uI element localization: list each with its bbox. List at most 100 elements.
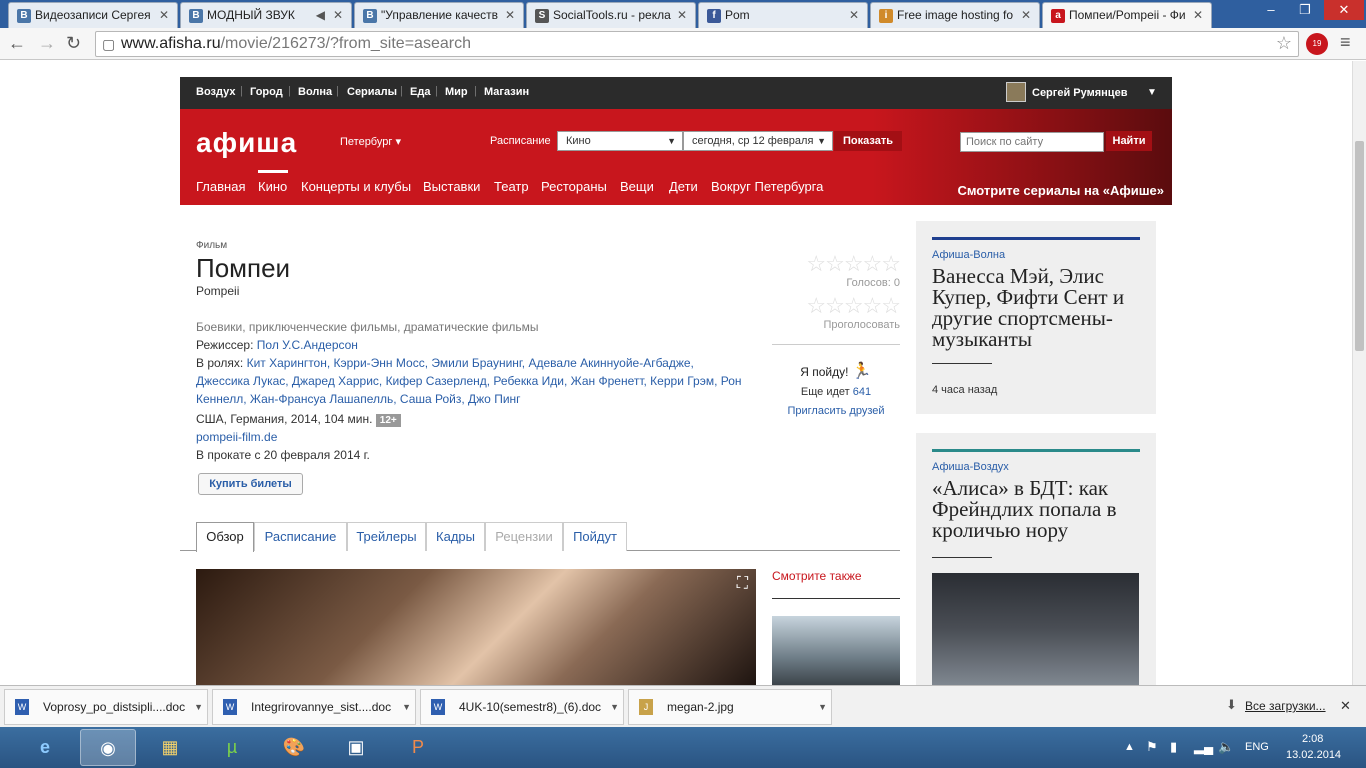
- topnav-volna[interactable]: Волна: [298, 86, 332, 98]
- tab-obzor[interactable]: Обзор: [196, 522, 254, 552]
- taskbar-chrome[interactable]: ◉: [80, 729, 136, 766]
- close-tab-icon[interactable]: ✕: [159, 8, 169, 22]
- download-item[interactable]: W 4UK-10(semestr8)_(6).doc ▼: [420, 689, 624, 725]
- tab-treylery[interactable]: Трейлеры: [347, 522, 426, 551]
- download-item[interactable]: W Voprosy_po_distsipli....doc ▼: [4, 689, 208, 725]
- vote-stars[interactable]: ☆☆☆☆☆: [772, 293, 901, 319]
- browser-tab-image-hosting[interactable]: i Free image hosting fo ✕: [870, 2, 1040, 28]
- menu-icon[interactable]: ≡: [1340, 32, 1351, 53]
- series-promo-link[interactable]: Смотрите сериалы на «Афише»: [957, 183, 1164, 198]
- tab-poydut[interactable]: Пойдут: [563, 522, 627, 551]
- sidebar-card-vozdukh[interactable]: Афиша-Воздух «Алиса» в БДТ: как Фрейндли…: [916, 433, 1156, 685]
- topnav-vozdukh[interactable]: Воздух: [196, 86, 235, 98]
- going-button[interactable]: Я пойду! 🏃: [772, 361, 900, 381]
- avatar[interactable]: [1006, 82, 1026, 102]
- browser-tab-pompeii[interactable]: a Помпеи/Pompeii - Фи ✕: [1042, 2, 1212, 28]
- minimize-icon[interactable]: –: [1256, 0, 1286, 20]
- chevron-down-icon[interactable]: ▼: [818, 690, 827, 724]
- network-icon[interactable]: ▮: [1170, 739, 1177, 755]
- forward-icon[interactable]: →: [38, 33, 56, 54]
- menu-veshchi[interactable]: Вещи: [620, 179, 654, 194]
- director-link[interactable]: Пол У.С.Андерсон: [257, 338, 358, 352]
- card-headline[interactable]: Ванесса Мэй, Элис Купер, Фифти Сент и др…: [932, 266, 1147, 350]
- topnav-magazin[interactable]: Магазин: [484, 86, 529, 98]
- browser-tab-facebook[interactable]: f Pom ✕: [698, 2, 868, 28]
- close-tab-icon[interactable]: ✕: [505, 8, 515, 22]
- taskbar-powerpoint[interactable]: P: [390, 729, 446, 766]
- see-also-thumbnail[interactable]: [772, 616, 900, 685]
- all-downloads-link[interactable]: Все загрузки...: [1245, 699, 1326, 713]
- taskbar-paint[interactable]: 🎨: [266, 729, 322, 766]
- close-tab-icon[interactable]: ✕: [333, 8, 343, 22]
- city-selector[interactable]: Петербург ▾: [340, 135, 401, 148]
- category-select[interactable]: Кино ▼: [557, 131, 683, 151]
- extension-icon[interactable]: 19: [1306, 33, 1328, 55]
- close-tab-icon[interactable]: ✕: [849, 8, 859, 22]
- menu-glavnaya[interactable]: Главная: [196, 179, 245, 194]
- taskbar-utorrent[interactable]: µ: [204, 729, 260, 766]
- buy-tickets-button[interactable]: Купить билеты: [198, 473, 303, 495]
- video-player[interactable]: ⛶: [196, 569, 756, 685]
- show-button[interactable]: Показать: [834, 131, 902, 151]
- close-tab-icon[interactable]: ✕: [1193, 8, 1203, 22]
- tray-expand-icon[interactable]: ▲: [1124, 741, 1135, 753]
- card-section[interactable]: Афиша-Воздух: [932, 461, 1009, 473]
- tab-raspisanie[interactable]: Расписание: [254, 522, 347, 551]
- topnav-eda[interactable]: Еда: [410, 86, 430, 98]
- browser-tab-socialtools[interactable]: S SocialTools.ru - рекла ✕: [526, 2, 696, 28]
- close-tab-icon[interactable]: ✕: [1021, 8, 1031, 22]
- close-tab-icon[interactable]: ✕: [677, 8, 687, 22]
- flag-icon[interactable]: ⚑: [1146, 739, 1158, 755]
- topnav-mir[interactable]: Мир: [445, 86, 468, 98]
- clock-time[interactable]: 2:08: [1302, 733, 1323, 745]
- site-logo[interactable]: афиша: [196, 127, 297, 159]
- tab-kadry[interactable]: Кадры: [426, 522, 485, 551]
- clock-date[interactable]: 13.02.2014: [1286, 749, 1341, 761]
- restore-icon[interactable]: ❐: [1290, 0, 1320, 20]
- card-section[interactable]: Афиша-Волна: [932, 249, 1005, 261]
- download-item[interactable]: Jmegan-2.jpg ▼: [628, 689, 832, 725]
- date-select[interactable]: сегодня, ср 12 февраля ▼: [683, 131, 833, 151]
- menu-vokrug[interactable]: Вокруг Петербурга: [711, 179, 823, 194]
- menu-koncerty[interactable]: Концерты и клубы: [301, 179, 411, 194]
- chevron-down-icon[interactable]: ▼: [1147, 87, 1157, 98]
- download-item[interactable]: W Integrirovannye_sist....doc ▼: [212, 689, 416, 725]
- volume-icon[interactable]: 🔈: [1218, 739, 1234, 755]
- official-site-link[interactable]: pompeii-film.de: [196, 430, 277, 444]
- fullscreen-icon[interactable]: ⛶: [737, 575, 748, 593]
- chevron-down-icon[interactable]: ▼: [402, 690, 411, 724]
- close-window-icon[interactable]: ✕: [1324, 0, 1364, 20]
- search-button[interactable]: Найти: [1106, 131, 1152, 151]
- language-indicator[interactable]: ENG: [1245, 741, 1269, 753]
- back-icon[interactable]: ←: [8, 33, 26, 54]
- card-headline[interactable]: «Алиса» в БДТ: как Фрейндлих попала в кр…: [932, 478, 1147, 541]
- start-button[interactable]: e: [18, 729, 72, 766]
- site-search-input[interactable]: [960, 132, 1104, 152]
- reload-icon[interactable]: ↻: [66, 33, 81, 54]
- menu-teatr[interactable]: Театр: [494, 179, 529, 194]
- taskbar-app[interactable]: ▣: [328, 729, 384, 766]
- menu-restorany[interactable]: Рестораны: [541, 179, 607, 194]
- card-image[interactable]: [932, 573, 1139, 685]
- sidebar-card-volna[interactable]: Афиша-Волна Ванесса Мэй, Элис Купер, Фиф…: [916, 221, 1156, 414]
- topnav-gorod[interactable]: Город: [250, 86, 283, 98]
- also-going-count[interactable]: 641: [853, 386, 871, 398]
- cast-links[interactable]: Кит Харингтон, Кэрри-Энн Мосс, Эмили Бра…: [196, 356, 742, 406]
- scrollbar-thumb[interactable]: [1355, 141, 1364, 351]
- invite-friends-link[interactable]: Пригласить друзей: [772, 405, 900, 417]
- menu-vystavki[interactable]: Выставки: [423, 179, 480, 194]
- menu-deti[interactable]: Дети: [669, 179, 698, 194]
- browser-tab-modny-zvuk[interactable]: B МОДНЫЙ ЗВУК ◀ ✕: [180, 2, 352, 28]
- bookmark-star-icon[interactable]: ☆: [1276, 31, 1292, 55]
- address-bar[interactable]: ▢ www.afisha.ru/movie/216273/?from_site=…: [95, 31, 1299, 57]
- browser-tab-vk-video[interactable]: B Видеозаписи Сергея ✕: [8, 2, 178, 28]
- chevron-down-icon[interactable]: ▼: [194, 690, 203, 724]
- page-scrollbar[interactable]: [1352, 61, 1366, 685]
- user-name[interactable]: Сергей Румянцев: [1032, 87, 1127, 99]
- browser-tab-upravlenie[interactable]: B "Управление качеств ✕: [354, 2, 524, 28]
- signal-icon[interactable]: ▂▄: [1194, 739, 1213, 755]
- chevron-down-icon[interactable]: ▼: [610, 690, 619, 724]
- menu-kino[interactable]: Кино: [258, 179, 287, 194]
- topnav-serialy[interactable]: Сериалы: [347, 86, 397, 98]
- taskbar-explorer[interactable]: ▦: [142, 729, 198, 766]
